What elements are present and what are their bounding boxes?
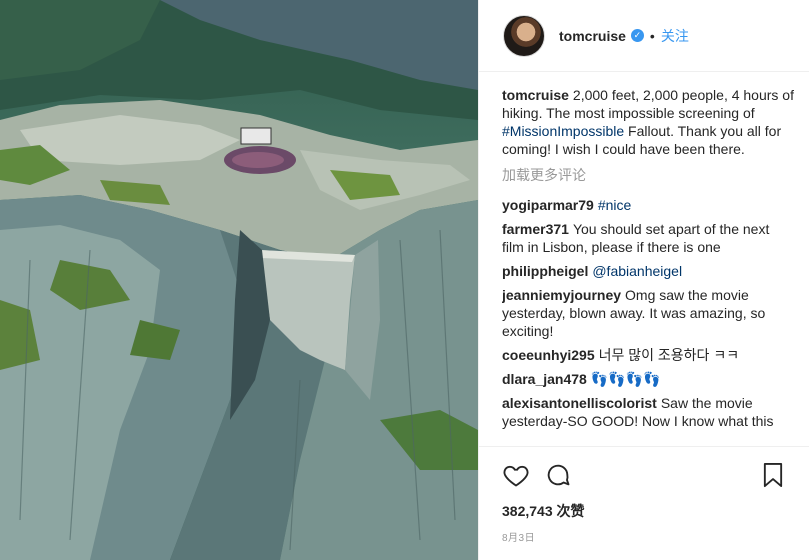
follow-button[interactable]: 关注 (661, 26, 689, 46)
comment-username[interactable]: philippheigel (502, 263, 588, 279)
post-caption: tomcruise 2,000 feet, 2,000 people, 4 hou… (502, 86, 794, 158)
action-icons (502, 457, 787, 493)
comment-item: jeanniemyjourney Omg saw the movie yester… (502, 286, 794, 340)
comment-item: dlara_jan478 👣👣👣👣 (502, 370, 794, 388)
post-header: tomcruise ✓ • 关注 (479, 0, 809, 72)
comment-username[interactable]: yogiparmar79 (502, 197, 594, 213)
comment-username[interactable]: dlara_jan478 (502, 371, 587, 387)
comment-username[interactable]: coeeunhyi295 (502, 347, 595, 363)
caption-username[interactable]: tomcruise (502, 87, 569, 103)
post-side-panel: tomcruise ✓ • 关注 tomcruise 2,000 feet, 2,… (478, 0, 809, 560)
comment-username[interactable]: farmer371 (502, 221, 569, 237)
comment-username[interactable]: alexisantonelliscolorist (502, 395, 657, 411)
instagram-post: tomcruise ✓ • 关注 tomcruise 2,000 feet, 2,… (0, 0, 809, 560)
header-username[interactable]: tomcruise (559, 28, 626, 44)
comment-item: yogiparmar79 #nice (502, 196, 794, 214)
comment-tag[interactable]: @fabianheigel (592, 263, 682, 279)
likes-count[interactable]: 382,743 次赞 (502, 501, 787, 521)
cliff-landscape-image (0, 0, 478, 560)
comment-text: 너무 많이 조용하다 ㅋㅋ (598, 347, 740, 363)
comment-item: farmer371 You should set apart of the nex… (502, 220, 794, 256)
load-more-comments-button[interactable]: 加载更多评论 (502, 166, 794, 184)
comment-item: alexisantonelliscolorist Saw the movie ye… (502, 394, 794, 430)
comment-text: 👣👣👣👣 (590, 371, 661, 387)
caption-hashtag[interactable]: #MissionImpossible (502, 123, 624, 139)
comments-section: tomcruise 2,000 feet, 2,000 people, 4 hou… (502, 86, 794, 446)
comment-bubble-icon[interactable] (544, 461, 572, 489)
post-date: 8月3日 (502, 533, 536, 544)
comment-tag[interactable]: #nice (598, 197, 631, 213)
comment-username[interactable]: jeanniemyjourney (502, 287, 621, 303)
bookmark-icon[interactable] (759, 461, 787, 489)
verified-badge-icon: ✓ (630, 29, 644, 42)
comment-item: coeeunhyi295 너무 많이 조용하다 ㅋㅋ (502, 346, 794, 364)
header-separator: • (649, 27, 655, 44)
heart-icon[interactable] (502, 461, 530, 489)
post-photo[interactable] (0, 0, 478, 560)
post-actions: 382,743 次赞 8月3日 (479, 446, 809, 560)
comment-item: philippheigel @fabianheigel (502, 262, 794, 280)
avatar[interactable] (503, 14, 545, 57)
